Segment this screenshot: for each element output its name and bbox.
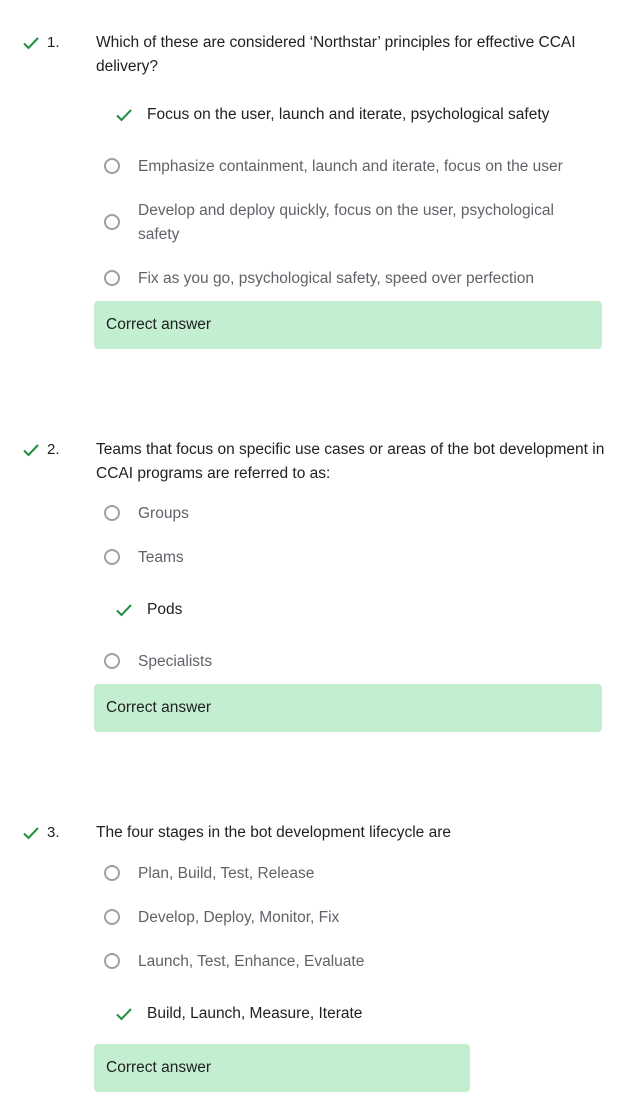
question-number: 1. bbox=[47, 34, 60, 51]
option-label: Build, Launch, Measure, Iterate bbox=[147, 1005, 363, 1022]
check-icon bbox=[22, 824, 40, 842]
option-label: Develop, Deploy, Monitor, Fix bbox=[138, 909, 340, 926]
option-label: Develop and deploy quickly, focus on the… bbox=[138, 202, 554, 243]
option-label: Launch, Test, Enhance, Evaluate bbox=[138, 953, 365, 970]
question-text: Teams that focus on specific use cases o… bbox=[96, 441, 605, 482]
option-label: Pods bbox=[147, 601, 183, 618]
option-label: Emphasize containment, launch and iterat… bbox=[138, 158, 563, 175]
radio-button[interactable] bbox=[104, 549, 120, 565]
option-label: Fix as you go, psychological safety, spe… bbox=[138, 270, 535, 287]
option-label: Plan, Build, Test, Release bbox=[138, 865, 315, 882]
correct-answer-banner: Correct answer bbox=[94, 684, 602, 732]
question-text: The four stages in the bot development l… bbox=[96, 824, 451, 841]
radio-button[interactable] bbox=[104, 214, 120, 230]
correct-answer-banner: Correct answer bbox=[94, 1044, 470, 1092]
selected-check-icon bbox=[115, 601, 133, 619]
radio-button[interactable] bbox=[104, 909, 120, 925]
question-text: Which of these are considered ‘Northstar… bbox=[96, 34, 576, 75]
option-label: Teams bbox=[138, 549, 184, 566]
selected-check-icon bbox=[115, 106, 133, 124]
correct-answer-banner: Correct answer bbox=[94, 301, 602, 349]
selected-check-icon bbox=[115, 1005, 133, 1023]
radio-button[interactable] bbox=[104, 158, 120, 174]
option-label: Focus on the user, launch and iterate, p… bbox=[147, 106, 550, 123]
radio-button[interactable] bbox=[104, 270, 120, 286]
check-icon bbox=[22, 441, 40, 459]
radio-button[interactable] bbox=[104, 953, 120, 969]
question-number: 2. bbox=[47, 441, 60, 458]
check-icon bbox=[22, 34, 40, 52]
radio-button[interactable] bbox=[104, 505, 120, 521]
radio-button[interactable] bbox=[104, 653, 120, 669]
radio-button[interactable] bbox=[104, 865, 120, 881]
option-label: Specialists bbox=[138, 653, 213, 670]
question-number: 3. bbox=[47, 824, 60, 841]
option-label: Groups bbox=[138, 505, 189, 522]
